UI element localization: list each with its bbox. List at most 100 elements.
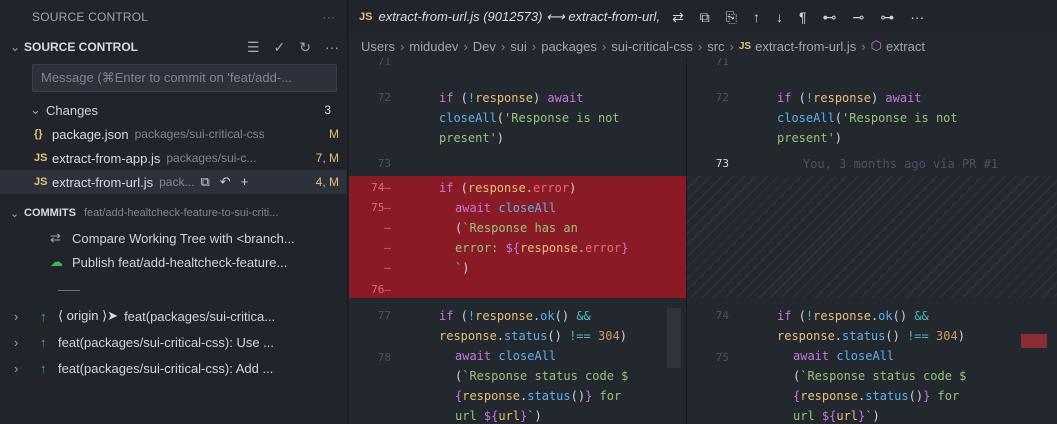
code-line: closeAll('Response is not [439,111,620,125]
chevron-down-icon: ⌄ [10,207,20,220]
code-line: present') [777,131,843,145]
code-line: url ${url}`) [455,409,542,423]
code-line: {response.status()} for [793,389,960,403]
breadcrumb-item[interactable]: midudev [409,39,458,54]
line-number: 77 [377,309,391,322]
commit-item-label: Compare Working Tree with <branch... [72,230,295,246]
file-path: packages/sui-c... [166,151,257,165]
js-file-icon: JS [359,11,373,23]
commits-branch: feat/add-healtcheck-feature-to-sui-criti… [83,207,279,219]
breadcrumb-item[interactable]: Users [361,39,395,54]
more-actions-icon[interactable]: ··· [322,10,335,24]
git-history-icon[interactable]: ⊶ [880,9,894,26]
line-number: 71 [377,58,391,68]
open-file-icon[interactable]: ⧉ [200,174,209,190]
cloud-upload-icon: ☁ [50,254,63,269]
history-item[interactable]: › ↑ feat(packages/sui-critical-css): Use… [0,329,347,355]
next-change-icon[interactable]: ↓ [776,9,783,26]
changed-file-package-json[interactable]: {} package.json packages/sui-critical-cs… [0,122,347,146]
commit-message-input[interactable]: Message (⌘Enter to commit on 'feat/add-.… [32,64,337,92]
chevron-right-icon: › [697,38,703,54]
commits-section-header[interactable]: ⌄ COMMITS feat/add-healtcheck-feature-to… [0,200,347,226]
file-status: M [329,127,339,141]
toggle-whitespace-icon[interactable]: ¶ [799,9,807,26]
git-compare-icon[interactable]: ⊸ [853,9,865,26]
changed-file-extract-from-app[interactable]: JS extract-from-app.js packages/sui-c...… [0,146,347,170]
open-file-icon[interactable]: ⎘ [726,9,737,26]
history-item[interactable]: › ↑ feat(packages/sui-critical-css): Add… [0,355,347,381]
breadcrumb-item[interactable]: Dev [473,39,496,54]
arrow-up-icon: ↑ [40,360,47,376]
line-number: 73 [377,157,391,170]
js-file-icon: JS [738,40,752,52]
section-title: SOURCE CONTROL [24,40,138,54]
discard-changes-icon[interactable]: ↶ [220,174,231,190]
breadcrumb-item[interactable]: packages [541,39,597,54]
scrollbar-thumb[interactable] [667,308,681,368]
line-number: 72 [377,91,391,104]
chevron-right-icon: › [500,38,506,54]
breadcrumb-symbol[interactable]: extract [886,39,925,54]
divider [58,290,80,291]
file-name: package.json [52,126,129,142]
line-number: 76— [371,283,391,296]
refresh-icon[interactable]: ↻ [299,39,311,56]
source-control-section-header[interactable]: ⌄ SOURCE CONTROL ☰ ✓ ↻ ··· [0,34,347,60]
line-number: 75— [371,201,391,214]
code-line: `) [455,261,470,275]
changes-count-badge: 3 [324,103,331,117]
stage-changes-icon[interactable]: + [241,174,249,190]
editor-tab-title[interactable]: extract-from-url.js (9012573) ⟷ extract-… [378,9,660,25]
source-control-sidebar: SOURCE CONTROL ··· ⌄ SOURCE CONTROL ☰ ✓ … [0,0,348,424]
chevron-down-icon: ⌄ [10,40,21,54]
chevron-right-icon: › [601,38,607,54]
chevron-right-icon: › [14,334,19,350]
compare-changes-icon[interactable]: ⇄ [672,9,684,26]
code-line: (`Response status code $ [793,369,967,383]
symbol-icon: ⬡ [870,38,882,53]
view-as-list-icon[interactable]: ☰ [247,39,260,56]
diff-original-pane[interactable]: 71 72 73 74— 75— — — — 76— 77 78 if (!re… [349,58,686,424]
previous-change-icon[interactable]: ↑ [753,9,760,26]
code-line: await closeAll [455,349,557,363]
code-line: (`Response has an [455,221,578,235]
file-status: 7, M [315,151,339,165]
line-number: — [384,261,391,274]
file-status: 4, M [315,175,339,189]
history-item-label: feat(packages/sui-critica... [124,308,276,324]
js-file-icon: JS [34,176,48,188]
commit-item-label: Publish feat/add-healtcheck-feature... [72,254,288,270]
file-actions: ⧉ ↶ + [200,174,248,190]
more-icon[interactable]: ··· [910,9,924,26]
line-number: — [384,241,391,254]
commit-check-icon[interactable]: ✓ [274,39,286,56]
chevron-right-icon: › [531,38,537,54]
code-line: if (response.error) [439,181,577,195]
breadcrumb-item[interactable]: src [707,39,724,54]
copy-icon[interactable]: ⧉ [700,9,710,26]
vscode-window: SOURCE CONTROL ··· ⌄ SOURCE CONTROL ☰ ✓ … [0,0,1057,424]
code-line: response.status() !== 304) [777,329,965,343]
diff-modified-pane[interactable]: 71 72 73 74 75 if (!response) await clos… [686,58,1057,424]
history-item[interactable]: › ↑ ⟨ origin ⟩➤ feat(packages/sui-critic… [0,303,347,329]
changes-group-header[interactable]: ⌄ Changes 3 [0,98,347,122]
breadcrumb-item[interactable]: sui-critical-css [611,39,693,54]
section-toolbar: ☰ ✓ ↻ ··· [247,39,339,56]
file-name: extract-from-url.js [52,174,154,190]
more-icon[interactable]: ··· [325,39,339,56]
editor-tab-bar: JS extract-from-url.js (9012573) ⟷ extra… [349,0,1057,34]
code-line: if (!response.ok() && [777,309,929,323]
git-commit-icon[interactable]: ⊷ [823,9,837,26]
chevron-right-icon: › [14,360,19,376]
breadcrumb-item[interactable]: sui [510,39,527,54]
publish-branch-item[interactable]: ☁ Publish feat/add-healtcheck-feature... [0,250,347,274]
line-number: 75 [715,351,729,364]
breadcrumb-file[interactable]: extract-from-url.js [755,39,856,54]
arrow-up-icon: ↑ [40,308,47,324]
line-number: 73 [715,157,729,170]
changes-label: Changes [46,102,99,118]
compare-working-tree-item[interactable]: ⇄ Compare Working Tree with <branch... [0,226,347,250]
changed-file-extract-from-url[interactable]: JS extract-from-url.js pack... ⧉ ↶ + 4, … [0,170,347,194]
code-line: url ${url}`) [793,409,880,423]
code-area: if (!response) await closeAll('Response … [405,58,686,424]
